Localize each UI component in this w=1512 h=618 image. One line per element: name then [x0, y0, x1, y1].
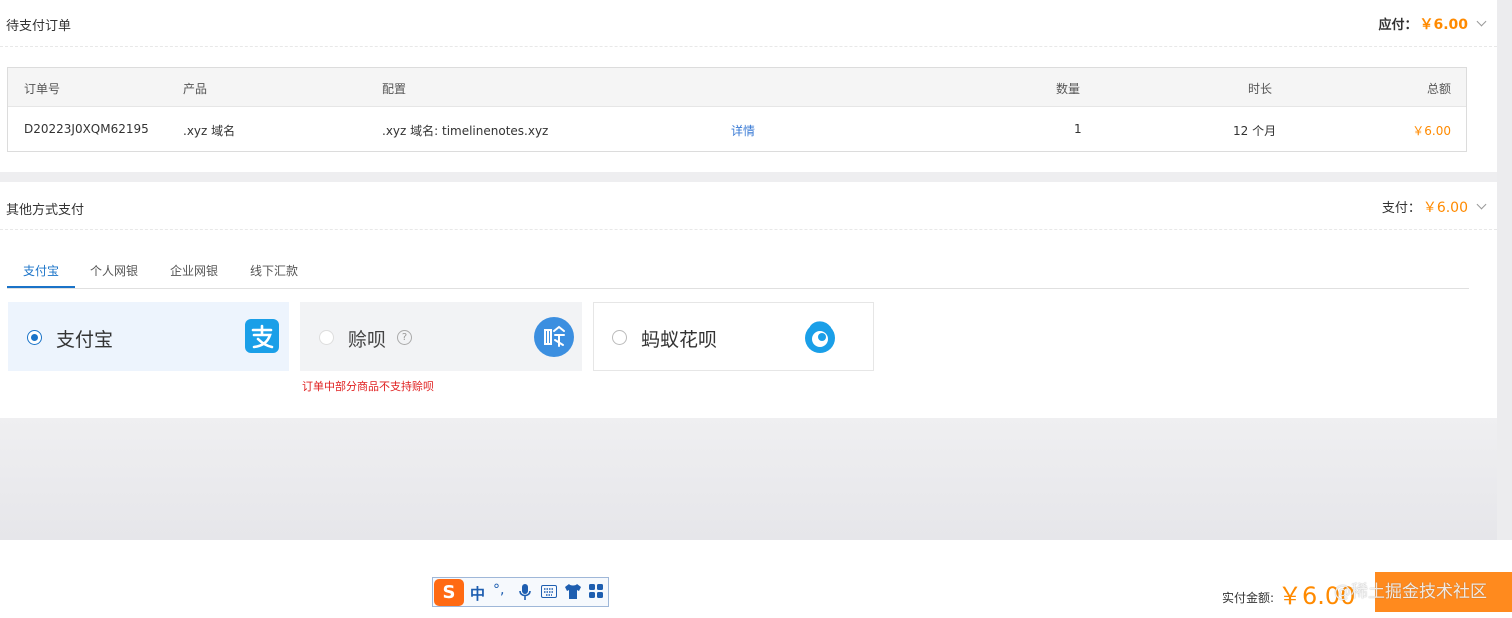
radio-unselected[interactable] — [612, 330, 627, 345]
chevron-down-icon[interactable] — [1476, 199, 1487, 210]
duration-value: 12 个月 — [1233, 124, 1277, 138]
detail-link[interactable]: 详情 — [731, 122, 755, 139]
shebei-icon — [534, 317, 574, 361]
chevron-down-icon[interactable] — [1476, 16, 1487, 27]
pending-order-title: 待支付订单 — [6, 19, 72, 34]
ime-mode[interactable]: 中 — [470, 583, 485, 604]
col-quantity: 数量 — [1056, 82, 1081, 96]
ime-toolbar[interactable]: S 中 °, — [432, 577, 609, 607]
col-total: 总额 — [1426, 82, 1451, 96]
skin-icon[interactable] — [564, 583, 582, 604]
payment-amount-label: 支付： — [1381, 201, 1421, 216]
keyboard-icon[interactable] — [541, 585, 557, 602]
other-payment-header[interactable]: 其他方式支付 支付： ￥6.00 — [0, 182, 1497, 230]
shebei-warning: 订单中部分商品不支持赊呗 — [302, 380, 434, 393]
total-value: ￥6.00 — [1412, 124, 1451, 138]
help-icon[interactable]: ? — [397, 330, 412, 345]
amount-due-label: 应付： — [1378, 18, 1418, 33]
microphone-icon[interactable] — [519, 583, 531, 605]
sogou-logo-icon[interactable]: S — [434, 579, 464, 606]
toolbox-icon[interactable] — [589, 584, 603, 602]
watermark: @稀土掘金技术社区 — [1334, 582, 1487, 602]
pay-option-label: 蚂蚁花呗 — [641, 329, 718, 351]
order-no: D20223J0XQM62195 — [24, 122, 149, 136]
huabei-icon — [802, 319, 838, 359]
order-table-header: 订单号 产品 配置 数量 时长 总额 — [8, 68, 1466, 107]
page-background — [0, 418, 1497, 540]
paid-amount-label: 实付金额: — [1222, 591, 1275, 605]
col-order-no: 订单号 — [24, 82, 61, 96]
tab-offline-transfer[interactable]: 线下汇款 — [250, 262, 298, 279]
tab-business-bank[interactable]: 企业网银 — [170, 262, 218, 279]
payment-tabs: 支付宝 个人网银 企业网银 线下汇款 — [7, 260, 1469, 289]
pay-option-alipay[interactable]: 支付宝 — [8, 302, 289, 371]
pending-order-section: 待支付订单 应付： ￥6.00 订单号 产品 配置 数量 时长 总额 D20223… — [0, 0, 1497, 172]
pay-option-label: 支付宝 — [56, 329, 114, 351]
quantity-value: 1 — [1074, 122, 1082, 136]
pay-option-huabei[interactable]: 蚂蚁花呗 — [593, 302, 874, 371]
pay-option-shebei[interactable]: 赊呗 ? — [300, 302, 582, 371]
radio-selected[interactable] — [27, 330, 42, 345]
product-name: .xyz 域名 — [183, 124, 236, 138]
other-payment-section: 其他方式支付 支付： ￥6.00 支付宝 个人网银 企业网银 线下汇款 支付宝 赊… — [0, 182, 1497, 418]
amount-due-value: ￥6.00 — [1419, 17, 1468, 33]
order-table: 订单号 产品 配置 数量 时长 总额 D20223J0XQM62195 .xyz… — [7, 67, 1467, 152]
tab-alipay[interactable]: 支付宝 — [23, 262, 59, 279]
section-divider — [0, 172, 1497, 182]
ime-punctuation[interactable]: °, — [493, 582, 504, 598]
tab-personal-bank[interactable]: 个人网银 — [90, 262, 138, 279]
payment-amount: 支付： ￥6.00 — [1381, 197, 1487, 217]
col-product: 产品 — [183, 82, 208, 96]
checkout-bar: S 中 °, 实付金额: ￥6.00 @稀土掘金技术社区 — [0, 540, 1512, 618]
col-config: 配置 — [382, 82, 407, 96]
col-duration: 时长 — [1248, 82, 1273, 96]
amount-due: 应付： ￥6.00 — [1378, 14, 1487, 34]
alipay-icon — [245, 319, 279, 357]
scrollbar-track[interactable] — [1497, 0, 1512, 540]
product-config: .xyz 域名: timelinenotes.xyz — [382, 124, 549, 138]
pay-option-label: 赊呗 — [348, 329, 387, 351]
radio-disabled — [319, 330, 334, 345]
other-payment-title: 其他方式支付 — [6, 203, 85, 218]
active-tab-indicator — [7, 286, 75, 288]
pending-order-header[interactable]: 待支付订单 应付： ￥6.00 — [0, 0, 1497, 47]
payment-amount-value: ￥6.00 — [1422, 200, 1468, 216]
